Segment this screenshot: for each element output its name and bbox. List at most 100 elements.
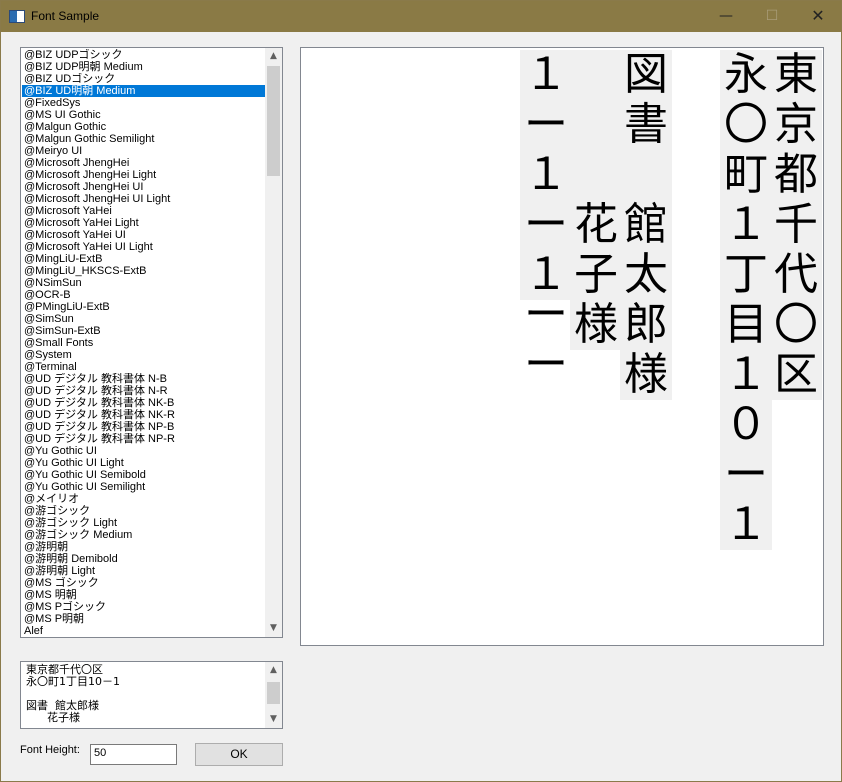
preview-glyph: 様 [574, 299, 618, 350]
ok-button[interactable]: OK [195, 743, 283, 766]
text-scrollbar[interactable]: ▲ ▼ [265, 662, 282, 728]
preview-column: 花子様 [570, 50, 622, 350]
font-list-item[interactable]: Alef [22, 625, 265, 637]
preview-glyph: 永 [724, 49, 768, 100]
font-list-item[interactable]: @UD デジタル 教科書体 NK-B [22, 397, 265, 409]
font-list-item[interactable]: @Meiryo UI [22, 145, 265, 157]
font-list-item[interactable]: @UD デジタル 教科書体 N-R [22, 385, 265, 397]
preview-column: 東京都千代〇区 [770, 50, 822, 400]
preview-glyph: 丁 [724, 249, 768, 300]
font-list-item[interactable]: @游ゴシック [22, 505, 265, 517]
font-list-scrollbar[interactable]: ▲ ▼ [265, 48, 282, 637]
font-list-item[interactable]: @Yu Gothic UI Semilight [22, 481, 265, 493]
font-list-item[interactable]: @Terminal [22, 361, 265, 373]
font-list-item[interactable]: @メイリオ [22, 493, 265, 505]
preview-glyph: １ [524, 49, 568, 100]
font-list-item[interactable]: @MS 明朝 [22, 589, 265, 601]
font-height-label: Font Height: [20, 744, 80, 756]
font-list-item[interactable]: @System [22, 349, 265, 361]
font-list-item[interactable]: @Microsoft JhengHei Light [22, 169, 265, 181]
font-list-items: @BIZ UDPゴシック @BIZ UDP明朝 Medium @BIZ UDゴシック… [22, 49, 265, 637]
font-list-item[interactable]: @Microsoft YaHei UI Light [22, 241, 265, 253]
font-list-item[interactable]: @UD デジタル 教科書体 NP-B [22, 421, 265, 433]
preview-glyph: 代 [774, 249, 818, 300]
preview-glyph: 様 [624, 349, 668, 400]
preview-glyph: 町 [724, 149, 768, 200]
title-bar[interactable]: Font Sample — ☐ ✕ [1, 1, 841, 32]
font-list[interactable]: @BIZ UDPゴシック @BIZ UDP明朝 Medium @BIZ UDゴシック… [20, 47, 283, 638]
font-sample-window: Font Sample — ☐ ✕ @BIZ UDPゴシック @BIZ UDP明朝… [0, 0, 842, 782]
preview-glyph: １ [524, 149, 568, 200]
sample-text-content[interactable]: 東京都千代〇区 永〇町1丁目10－1 図書 館太郎様 花子様 [26, 664, 120, 724]
preview-column: １ー１ー１ [520, 50, 572, 300]
font-list-item[interactable]: @MS P明朝 [22, 613, 265, 625]
font-list-item[interactable]: @游ゴシック Light [22, 517, 265, 529]
preview-glyph: １ [724, 349, 768, 400]
font-list-item[interactable]: @FixedSys [22, 97, 265, 109]
preview-glyph: 館 [624, 199, 668, 250]
preview-glyph: 京 [774, 99, 818, 150]
vertical-text-preview: 東京都千代〇区 永〇町１丁目１０ー１ 図書 館太郎様 花子様 １ー１ー１ ーー [300, 47, 824, 646]
font-list-item[interactable]: @MS Pゴシック [22, 601, 265, 613]
preview-glyph: 〇 [774, 299, 818, 350]
font-list-item[interactable]: @Microsoft JhengHei UI Light [22, 193, 265, 205]
font-list-item[interactable]: @游明朝 [22, 541, 265, 553]
sample-text-input[interactable]: 東京都千代〇区 永〇町1丁目10－1 図書 館太郎様 花子様 ▲ ▼ [20, 661, 283, 729]
preview-glyph: 太 [624, 249, 668, 300]
font-list-item[interactable]: @游明朝 Demibold [22, 553, 265, 565]
preview-glyph: 東 [774, 49, 818, 100]
font-list-item[interactable]: @SimSun-ExtB [22, 325, 265, 337]
font-list-item[interactable]: @MingLiU-ExtB [22, 253, 265, 265]
font-list-item[interactable]: @BIZ UD明朝 Medium [22, 85, 265, 97]
scroll-up-icon[interactable]: ▲ [265, 662, 282, 679]
preview-column: 永〇町１丁目１０ー１ [720, 50, 772, 550]
font-list-item[interactable]: @MingLiU_HKSCS-ExtB [22, 265, 265, 277]
font-list-item[interactable]: @MS UI Gothic [22, 109, 265, 121]
preview-glyph: ー [524, 289, 568, 340]
font-list-item[interactable]: @UD デジタル 教科書体 NP-R [22, 433, 265, 445]
font-list-item[interactable]: @Microsoft JhengHei UI [22, 181, 265, 193]
preview-glyph: 都 [774, 149, 818, 200]
preview-glyph: 千 [774, 199, 818, 250]
font-list-item[interactable]: @Microsoft JhengHei [22, 157, 265, 169]
font-list-item[interactable]: @Yu Gothic UI [22, 445, 265, 457]
font-list-item[interactable]: @游明朝 Light [22, 565, 265, 577]
minimize-button[interactable]: — [703, 1, 749, 32]
font-list-item[interactable]: @Microsoft YaHei [22, 205, 265, 217]
font-list-item[interactable]: @MS ゴシック [22, 577, 265, 589]
preview-glyph: 目 [724, 299, 768, 350]
font-list-item[interactable]: @Yu Gothic UI Light [22, 457, 265, 469]
window-title: Font Sample [31, 9, 100, 23]
preview-glyph: ０ [724, 399, 768, 450]
font-list-item[interactable]: @Malgun Gothic [22, 121, 265, 133]
font-list-item[interactable]: @PMingLiU-ExtB [22, 301, 265, 313]
scroll-up-icon[interactable]: ▲ [265, 48, 282, 65]
close-button[interactable]: ✕ [795, 1, 841, 32]
preview-glyph: 郎 [624, 299, 668, 350]
scroll-down-icon[interactable]: ▼ [265, 620, 282, 637]
font-list-item[interactable]: @Microsoft YaHei Light [22, 217, 265, 229]
scroll-down-icon[interactable]: ▼ [265, 711, 282, 728]
font-list-item[interactable]: @NSimSun [22, 277, 265, 289]
preview-glyph: ー [524, 199, 568, 250]
maximize-button[interactable]: ☐ [749, 1, 795, 32]
preview-glyph: 子 [574, 249, 618, 300]
font-list-item[interactable]: @SimSun [22, 313, 265, 325]
font-list-item[interactable]: @BIZ UDゴシック [22, 73, 265, 85]
font-list-item[interactable]: @BIZ UDPゴシック [22, 49, 265, 61]
font-list-item[interactable]: @游ゴシック Medium [22, 529, 265, 541]
font-list-item[interactable]: @Microsoft YaHei UI [22, 229, 265, 241]
font-list-item[interactable]: @Small Fonts [22, 337, 265, 349]
font-list-item[interactable]: @Yu Gothic UI Semibold [22, 469, 265, 481]
preview-glyph: 〇 [724, 99, 768, 150]
scroll-thumb[interactable] [267, 682, 280, 704]
font-list-item[interactable]: @OCR-B [22, 289, 265, 301]
scroll-thumb[interactable] [267, 66, 280, 176]
font-height-input[interactable]: 50 [90, 744, 177, 765]
font-list-item[interactable]: @UD デジタル 教科書体 NK-R [22, 409, 265, 421]
font-list-item[interactable]: @UD デジタル 教科書体 N-B [22, 373, 265, 385]
font-list-item[interactable]: @Malgun Gothic Semilight [22, 133, 265, 145]
preview-glyph: 花 [574, 199, 618, 250]
font-list-item[interactable]: @BIZ UDP明朝 Medium [22, 61, 265, 73]
preview-column: ーー [520, 290, 572, 390]
